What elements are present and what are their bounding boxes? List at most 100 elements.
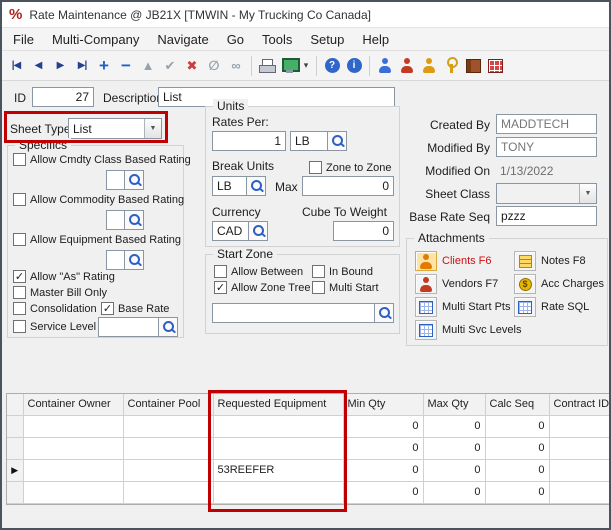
sheet-type-combo[interactable]: List ▼ [68,118,162,139]
cell-container-pool[interactable] [123,437,213,459]
attachment-rate-sql[interactable]: Rate SQL [514,297,589,317]
search-icon[interactable] [248,221,268,241]
cell-container-owner[interactable] [23,459,123,481]
menu-tools[interactable]: Tools [253,30,301,49]
menu-navigate[interactable]: Navigate [148,30,217,49]
cell-container-pool[interactable] [123,481,213,503]
search-icon[interactable] [124,170,144,190]
row-selector[interactable] [7,415,23,437]
next-record-button[interactable]: ▶ [50,55,70,77]
restore-button[interactable]: ▲ [138,55,158,77]
cell-container-pool[interactable] [123,459,213,481]
base-rate-checkbox[interactable]: ✓ Base Rate [101,302,169,315]
add-record-button[interactable]: + [94,55,114,77]
security-button[interactable] [441,55,461,77]
allow-as-rating-checkbox[interactable]: ✓ Allow "As" Rating [13,270,115,283]
allow-between-checkbox[interactable]: Allow Between [214,265,303,278]
sheet-class-combo[interactable]: ▼ [496,183,597,204]
cell-calc-seq[interactable]: 0 [485,437,549,459]
menu-help[interactable]: Help [353,30,398,49]
col-container-pool[interactable]: Container Pool [123,394,213,415]
cell-requested-equipment[interactable] [213,415,343,437]
user-blue-button[interactable] [375,55,395,77]
rates-per-field[interactable]: 1 [212,131,286,151]
about-button[interactable]: i [344,55,364,77]
clear-button[interactable]: ∅ [204,55,224,77]
multi-start-checkbox[interactable]: Multi Start [312,281,379,294]
max-field[interactable]: 0 [302,176,394,196]
glasses-icon[interactable]: ∞ [226,55,246,77]
equipment-field[interactable] [106,250,124,270]
cancel-button[interactable]: ✖ [182,55,202,77]
attachment-multi-svc-levels[interactable]: Multi Svc Levels [415,320,521,340]
search-icon[interactable] [158,317,178,337]
service-level-checkbox[interactable]: Service Level [13,320,96,333]
cell-calc-seq[interactable]: 0 [485,481,549,503]
search-icon[interactable] [124,250,144,270]
menu-setup[interactable]: Setup [301,30,353,49]
consolidation-checkbox[interactable]: Consolidation [13,302,97,315]
service-level-field[interactable] [98,317,158,337]
search-icon[interactable] [374,303,394,323]
user-gold-button[interactable] [419,55,439,77]
cell-container-owner[interactable] [23,415,123,437]
commodity-field[interactable] [106,210,124,230]
search-icon[interactable] [246,176,266,196]
description-field[interactable]: List [158,87,395,107]
zone-to-zone-checkbox[interactable]: Zone to Zone [309,161,391,174]
menu-multi-company[interactable]: Multi-Company [43,30,148,49]
cell-requested-equipment[interactable]: 53REEFER [213,459,343,481]
cell-requested-equipment[interactable] [213,437,343,459]
menu-file[interactable]: File [4,30,43,49]
cell-contract-id[interactable] [549,481,610,503]
cell-min-qty[interactable]: 0 [343,481,423,503]
ledger-button[interactable] [463,55,483,77]
allow-commodity-checkbox[interactable]: Allow Commodity Based Rating [13,193,184,206]
user-red-button[interactable] [397,55,417,77]
cell-max-qty[interactable]: 0 [423,437,485,459]
allow-zone-tree-checkbox[interactable]: ✓ Allow Zone Tree [214,281,310,294]
chevron-down-icon[interactable]: ▼ [579,184,596,203]
row-selector[interactable] [7,481,23,503]
screens-button[interactable] [279,55,299,77]
in-bound-checkbox[interactable]: In Bound [312,265,373,278]
cell-contract-id[interactable] [549,437,610,459]
cell-min-qty[interactable]: 0 [343,415,423,437]
cell-min-qty[interactable]: 0 [343,459,423,481]
attachment-multi-start-pts[interactable]: Multi Start Pts [415,297,510,317]
col-contract-id[interactable]: Contract ID [549,394,610,415]
attachment-acc-charges[interactable]: Acc Charges [514,274,604,294]
cell-container-owner[interactable] [23,481,123,503]
attachment-clients[interactable]: Clients F6 [415,251,492,271]
previous-record-button[interactable]: ◀ [28,55,48,77]
screens-dropdown-arrow[interactable]: ▾ [301,55,311,77]
cell-max-qty[interactable]: 0 [423,459,485,481]
break-units-field[interactable]: LB [212,176,246,196]
attachment-notes[interactable]: Notes F8 [514,251,586,271]
cell-contract-id[interactable] [549,415,610,437]
base-rate-seq-field[interactable]: pzzz [496,206,597,226]
rates-per-unit-field[interactable]: LB [290,131,327,151]
cmdty-class-field[interactable] [106,170,124,190]
cell-max-qty[interactable]: 0 [423,415,485,437]
cell-container-owner[interactable] [23,437,123,459]
last-record-button[interactable]: ▶| [72,55,92,77]
print-button[interactable] [257,55,277,77]
col-calc-seq[interactable]: Calc Seq [485,394,549,415]
rate-grid-button[interactable] [485,55,505,77]
first-record-button[interactable]: |◀ [6,55,26,77]
save-button[interactable]: ✔ [160,55,180,77]
help-button[interactable]: ? [322,55,342,77]
currency-field[interactable]: CAD [212,221,248,241]
allow-equipment-checkbox[interactable]: Allow Equipment Based Rating [13,233,181,246]
current-row-marker[interactable]: ▶ [7,459,23,481]
col-container-owner[interactable]: Container Owner [23,394,123,415]
col-requested-equipment[interactable]: Requested Equipment [213,394,343,415]
start-zone-field[interactable] [212,303,374,323]
master-bill-only-checkbox[interactable]: Master Bill Only [13,286,107,299]
col-min-qty[interactable]: Min Qty [343,394,423,415]
search-icon[interactable] [327,131,347,151]
cell-requested-equipment[interactable] [213,481,343,503]
search-icon[interactable] [124,210,144,230]
cell-min-qty[interactable]: 0 [343,437,423,459]
